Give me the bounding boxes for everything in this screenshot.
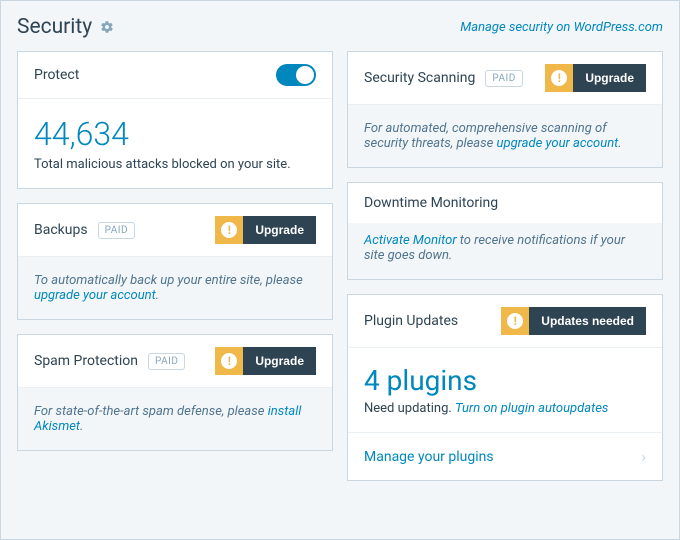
protect-toggle[interactable] (276, 64, 316, 86)
spam-title: Spam Protection (34, 353, 138, 369)
downtime-title: Downtime Monitoring (364, 195, 498, 211)
plugins-title: Plugin Updates (364, 313, 458, 329)
backups-upgrade-link[interactable]: upgrade your account (34, 288, 156, 303)
backups-paid-badge: PAID (98, 222, 135, 239)
protect-header: Protect (18, 52, 332, 99)
backups-text-suffix: . (156, 288, 159, 303)
right-column: Security Scanning PAID ! Upgrade For aut… (347, 51, 663, 481)
backups-body: To automatically back up your entire sit… (18, 257, 332, 319)
autoupdates-link[interactable]: Turn on plugin autoupdates (455, 401, 608, 416)
spam-upgrade-button[interactable]: ! Upgrade (215, 347, 316, 375)
page-title: Security (17, 15, 92, 39)
plugins-count: 4 plugins (364, 364, 646, 397)
scanning-text-suffix: . (618, 136, 621, 151)
scanning-upgrade-label: Upgrade (573, 71, 646, 85)
manage-security-link[interactable]: Manage security on WordPress.com (460, 20, 663, 35)
scanning-upgrade-link[interactable]: upgrade your account (497, 136, 619, 151)
spam-upgrade-label: Upgrade (243, 354, 316, 368)
scanning-body: For automated, comprehensive scanning of… (348, 105, 662, 167)
security-page: Security Manage security on WordPress.co… (0, 0, 680, 540)
protect-body: 44,634 Total malicious attacks blocked o… (18, 99, 332, 188)
spam-paid-badge: PAID (148, 353, 185, 370)
plugins-caption-prefix: Need updating. (364, 401, 455, 416)
page-header: Security Manage security on WordPress.co… (17, 15, 663, 39)
backups-text-prefix: To automatically back up your entire sit… (34, 273, 303, 288)
scanning-paid-badge: PAID (485, 70, 522, 87)
warning-icon: ! (501, 307, 529, 335)
backups-upgrade-button[interactable]: ! Upgrade (215, 216, 316, 244)
backups-header-left: Backups PAID (34, 222, 135, 239)
attacks-caption: Total malicious attacks blocked on your … (34, 157, 316, 172)
manage-plugins-link[interactable]: Manage your plugins (364, 449, 494, 465)
spam-header: Spam Protection PAID ! Upgrade (18, 335, 332, 388)
spam-text-suffix: . (80, 419, 83, 434)
updates-needed-label: Updates needed (529, 314, 646, 328)
protect-title: Protect (34, 67, 79, 83)
backups-header: Backups PAID ! Upgrade (18, 204, 332, 257)
spam-header-left: Spam Protection PAID (34, 353, 185, 370)
scanning-card: Security Scanning PAID ! Upgrade For aut… (347, 51, 663, 168)
plugins-header: Plugin Updates ! Updates needed (348, 295, 662, 348)
scanning-header-left: Security Scanning PAID (364, 70, 523, 87)
left-column: Protect 44,634 Total malicious attacks b… (17, 51, 333, 481)
spam-body: For state-of-the-art spam defense, pleas… (18, 388, 332, 450)
warning-icon: ! (545, 64, 573, 92)
updates-needed-button[interactable]: ! Updates needed (501, 307, 646, 335)
backups-upgrade-label: Upgrade (243, 223, 316, 237)
warning-icon: ! (215, 347, 243, 375)
gear-icon[interactable] (100, 20, 114, 34)
plugins-footer[interactable]: Manage your plugins › (348, 432, 662, 480)
plugins-card: Plugin Updates ! Updates needed 4 plugin… (347, 294, 663, 481)
downtime-body: Activate Monitor to receive notification… (348, 223, 662, 279)
chevron-right-icon: › (641, 447, 646, 466)
plugins-caption: Need updating. Turn on plugin autoupdate… (364, 401, 646, 416)
scanning-title: Security Scanning (364, 70, 475, 86)
scanning-upgrade-button[interactable]: ! Upgrade (545, 64, 646, 92)
columns: Protect 44,634 Total malicious attacks b… (17, 51, 663, 481)
plugins-body: 4 plugins Need updating. Turn on plugin … (348, 348, 662, 432)
backups-card: Backups PAID ! Upgrade To automatically … (17, 203, 333, 320)
protect-card: Protect 44,634 Total malicious attacks b… (17, 51, 333, 189)
scanning-header: Security Scanning PAID ! Upgrade (348, 52, 662, 105)
downtime-card: Downtime Monitoring Activate Monitor to … (347, 182, 663, 280)
spam-card: Spam Protection PAID ! Upgrade For state… (17, 334, 333, 451)
downtime-header: Downtime Monitoring (348, 183, 662, 223)
spam-text-prefix: For state-of-the-art spam defense, pleas… (34, 404, 268, 419)
header-left: Security (17, 15, 114, 39)
warning-icon: ! (215, 216, 243, 244)
attacks-count: 44,634 (34, 115, 316, 153)
activate-monitor-link[interactable]: Activate Monitor (364, 233, 457, 248)
backups-title: Backups (34, 222, 88, 238)
